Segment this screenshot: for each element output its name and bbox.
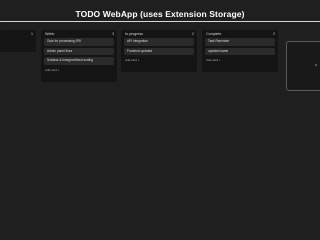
app-title: TODO WebApp (uses Extension Storage) xyxy=(75,9,245,19)
add-card-button[interactable]: Add card + xyxy=(41,67,117,73)
column-header: Complete 2 xyxy=(202,30,278,38)
column-title: In progress xyxy=(125,32,143,36)
column-partial: 1 xyxy=(0,30,36,52)
task-card[interactable]: Frontend updated xyxy=(124,47,194,55)
task-card[interactable]: API integration xyxy=(124,38,194,46)
task-card[interactable]: updated same xyxy=(205,47,275,55)
panel-handle-icon xyxy=(315,64,317,66)
task-card[interactable]: Admin panel fixes xyxy=(44,47,114,55)
column-count: 2 xyxy=(192,32,194,36)
column-count: 2 xyxy=(273,32,275,36)
column-complete: Complete 2 Task Reminder updated same Ad… xyxy=(202,30,278,72)
column-title: Webb xyxy=(45,32,55,36)
column-in-progress: In progress 2 API integration Frontend u… xyxy=(121,30,197,72)
column-todo: Webb 3 Guts for processing SRI Admin pan… xyxy=(41,30,117,82)
add-card-button[interactable]: Add card + xyxy=(202,57,278,63)
column-header: In progress 2 xyxy=(121,30,197,38)
column-count: 3 xyxy=(112,32,114,36)
task-card[interactable]: Subtask & timeglow/fixed sorting xyxy=(44,57,114,65)
side-panel[interactable] xyxy=(286,41,320,91)
add-card-button[interactable]: Add card + xyxy=(121,57,197,63)
column-title: Complete xyxy=(206,32,222,36)
column-count: 1 xyxy=(31,32,33,36)
title-divider xyxy=(0,21,320,22)
task-card[interactable]: Task Reminder xyxy=(205,38,275,46)
column-header: Webb 3 xyxy=(41,30,117,38)
column-header: 1 xyxy=(0,30,36,38)
task-card[interactable]: Guts for processing SRI xyxy=(44,38,114,46)
